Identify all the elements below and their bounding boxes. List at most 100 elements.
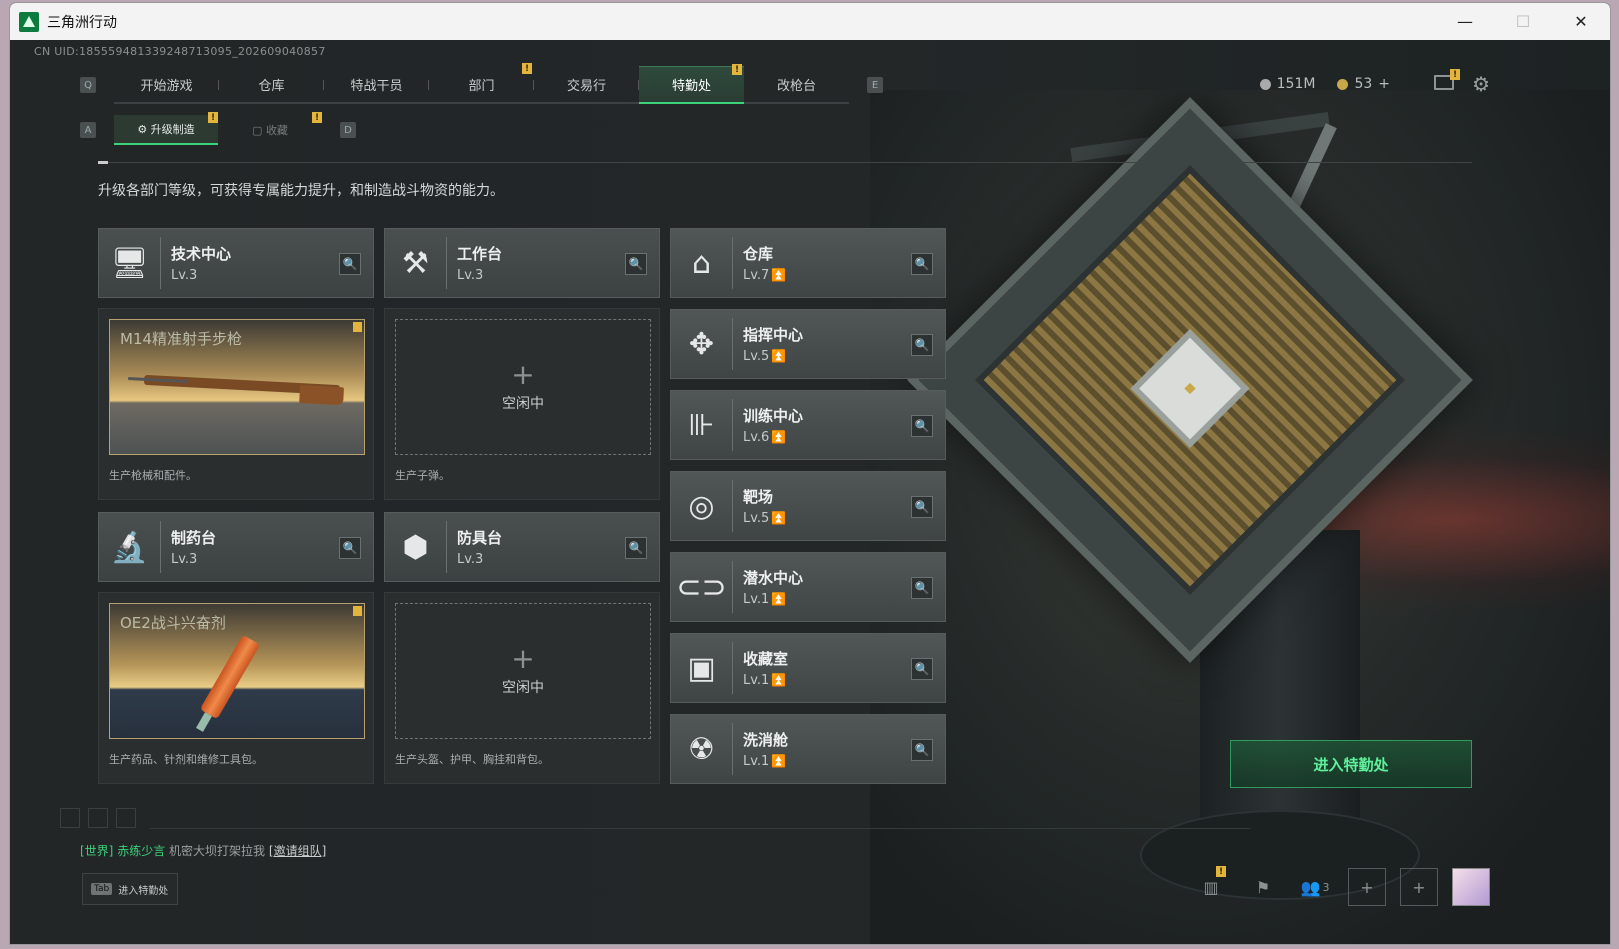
- alert-badge: !: [208, 112, 218, 123]
- enter-special-ops-button[interactable]: 进入特勤处: [1230, 740, 1472, 788]
- target-icon: ◎: [671, 480, 733, 532]
- chat-channel: [世界]: [80, 844, 114, 858]
- add-party-slot-button[interactable]: +: [1400, 868, 1438, 906]
- search-icon[interactable]: 🔍: [911, 577, 933, 599]
- upgrade-icon: ⏫: [771, 349, 787, 363]
- alert-badge: [353, 606, 362, 616]
- alert-badge: !: [1450, 69, 1460, 80]
- main-tabs: Q 开始游戏 仓库 特战干员 部门! 交易行 特勤处! 改枪台 E: [80, 63, 883, 105]
- production-slot-armor-bench[interactable]: + 空闲中 生产头盔、护甲、胸挂和背包。: [384, 592, 660, 784]
- search-icon[interactable]: 🔍: [911, 334, 933, 356]
- quick-slot[interactable]: [88, 808, 108, 828]
- tab-key-icon: Tab: [91, 883, 113, 895]
- bottom-toolbar: ▥! ⚑ 👥 3 + +: [1192, 866, 1490, 906]
- search-icon[interactable]: 🔍: [911, 496, 933, 518]
- maximize-button[interactable]: ☐: [1494, 3, 1552, 40]
- chat-user[interactable]: 赤练少言: [117, 844, 165, 858]
- tab-shortcut-hint[interactable]: Tab 进入特勤处: [82, 873, 178, 905]
- chat-line[interactable]: [世界] 赤练少言 机密大坝打架拉我 [邀请组队]: [80, 842, 326, 859]
- silver-coin-icon: [1259, 78, 1271, 90]
- close-button[interactable]: ✕: [1552, 3, 1610, 40]
- tab-special-ops[interactable]: 特勤处!: [639, 64, 744, 104]
- add-currency-button[interactable]: +: [1378, 76, 1390, 92]
- tab-warehouse[interactable]: 仓库: [219, 66, 324, 104]
- app-logo-icon: [19, 11, 39, 32]
- plus-icon: +: [511, 358, 535, 391]
- decon-icon: ☢: [671, 723, 733, 775]
- cube-core: [1130, 329, 1250, 448]
- mail-icon[interactable]: !: [1434, 69, 1460, 90]
- search-icon[interactable]: 🔍: [911, 739, 933, 761]
- facility-card-tech-center[interactable]: 🖥 技术中心 Lv.3 🔍: [98, 228, 374, 298]
- alert-badge: !: [732, 64, 742, 75]
- armor-icon: ⬢: [385, 521, 447, 573]
- product-preview[interactable]: M14精准射手步枪: [109, 319, 365, 455]
- hideout-scene[interactable]: [870, 90, 1610, 944]
- facility-card-shooting-range[interactable]: ◎ 靶场 Lv.5 ⏫ 🔍: [670, 471, 946, 541]
- alert-badge: !: [522, 63, 532, 74]
- search-icon[interactable]: 🔍: [911, 658, 933, 680]
- app-window: 三角洲行动 — ☐ ✕ CN UID:185559481339248713095…: [10, 3, 1610, 944]
- title-bar: 三角洲行动 — ☐ ✕: [10, 3, 1610, 40]
- avatar[interactable]: [1452, 868, 1490, 906]
- search-icon[interactable]: 🔍: [339, 253, 361, 275]
- search-icon[interactable]: 🔍: [625, 537, 647, 559]
- tab-trading[interactable]: 交易行: [534, 66, 639, 104]
- facility-card-diving-center[interactable]: ⊂⊃ 潜水中心 Lv.1 ⏫ 🔍: [670, 552, 946, 622]
- tab-gunsmith[interactable]: 改枪台: [744, 66, 849, 104]
- keyhint-next-tab: E: [867, 77, 883, 93]
- subtab-collection[interactable]: ▢ 收藏!: [218, 112, 322, 145]
- add-party-slot-button[interactable]: +: [1348, 868, 1386, 906]
- search-icon[interactable]: 🔍: [911, 253, 933, 275]
- production-slot-pharmacy[interactable]: OE2战斗兴奋剂 生产药品、针剂和维修工具包。: [98, 592, 374, 784]
- rifle-image: [143, 374, 341, 396]
- facility-card-storage[interactable]: ⌂ 仓库 Lv.7 ⏫ 🔍: [670, 228, 946, 298]
- keyhint-next-subtab: D: [340, 122, 356, 138]
- syringe-image: [199, 634, 261, 720]
- chat-message: 机密大坝打架拉我: [169, 844, 266, 858]
- keyhint-prev-subtab: A: [80, 122, 96, 138]
- quick-slot[interactable]: [116, 808, 136, 828]
- facility-card-command-center[interactable]: ✥ 指挥中心 Lv.5 ⏫ 🔍: [670, 309, 946, 379]
- upgrade-icon: ⏫: [771, 430, 787, 444]
- friends-icon[interactable]: 👥 3: [1296, 868, 1334, 906]
- tab-start-game[interactable]: 开始游戏: [114, 66, 219, 104]
- facility-card-workbench[interactable]: ⚒ 工作台 Lv.3 🔍: [384, 228, 660, 298]
- facility-card-pharmacy[interactable]: 🔬 制药台 Lv.3 🔍: [98, 512, 374, 582]
- tab-department[interactable]: 部门!: [429, 63, 534, 104]
- gold-coin-icon: [1337, 78, 1349, 90]
- quick-slot[interactable]: [60, 808, 80, 828]
- upgrade-icon: ⏫: [771, 592, 787, 606]
- search-icon[interactable]: 🔍: [625, 253, 647, 275]
- minimize-button[interactable]: —: [1436, 3, 1494, 40]
- empty-slot[interactable]: + 空闲中: [395, 319, 651, 455]
- production-slot-tech-center[interactable]: M14精准射手步枪 生产枪械和配件。: [98, 308, 374, 500]
- stats-icon[interactable]: ▥!: [1192, 866, 1230, 906]
- player-uid: CN UID:185559481339248713095_20260904085…: [34, 45, 326, 58]
- currency-bar: 151M 53 +: [1259, 76, 1390, 92]
- upgrade-icon: ⏫: [771, 754, 787, 768]
- facility-card-collection-room[interactable]: ▣ 收藏室 Lv.1 ⏫ 🔍: [670, 633, 946, 703]
- upgrade-icon: ⏫: [771, 268, 787, 282]
- tab-operators[interactable]: 特战干员: [324, 66, 429, 104]
- subtab-upgrade-craft[interactable]: ⚙ 升级制造!: [114, 112, 218, 145]
- sub-tabs: A ⚙ 升级制造! ▢ 收藏! D: [80, 112, 356, 147]
- empty-slot[interactable]: + 空闲中: [395, 603, 651, 739]
- flag-icon[interactable]: ⚑: [1244, 868, 1282, 906]
- product-preview[interactable]: OE2战斗兴奋剂: [109, 603, 365, 739]
- alert-badge: !: [312, 112, 322, 123]
- search-icon[interactable]: 🔍: [911, 415, 933, 437]
- alert-badge: !: [1216, 866, 1226, 877]
- facility-card-armor-bench[interactable]: ⬢ 防具台 Lv.3 🔍: [384, 512, 660, 582]
- alert-badge: [353, 322, 362, 332]
- upgrade-icon: ⏫: [771, 511, 787, 525]
- gear-icon[interactable]: ⚙: [1472, 72, 1490, 96]
- invite-team-link[interactable]: [邀请组队]: [269, 844, 326, 858]
- facility-card-training-center[interactable]: ⊪ 训练中心 Lv.6 ⏫ 🔍: [670, 390, 946, 460]
- search-icon[interactable]: 🔍: [339, 537, 361, 559]
- microscope-icon: 🔬: [99, 521, 161, 573]
- dumbbell-icon: ⊪: [671, 399, 733, 451]
- facility-card-decon-chamber[interactable]: ☢ 洗消舱 Lv.1 ⏫ 🔍: [670, 714, 946, 784]
- production-slot-workbench[interactable]: + 空闲中 生产子弹。: [384, 308, 660, 500]
- divider: [150, 828, 1250, 829]
